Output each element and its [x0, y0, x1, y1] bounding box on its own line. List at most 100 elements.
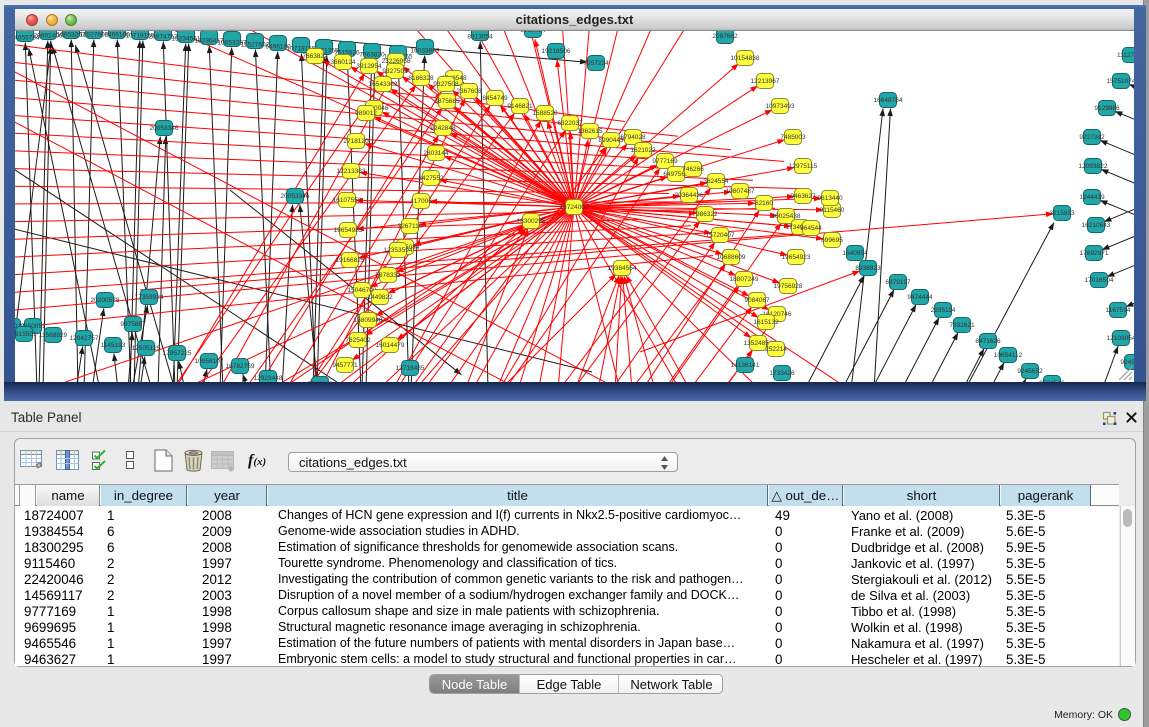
svg-text:10688609: 10688609 [717, 254, 746, 261]
svg-text:19218506: 19218506 [542, 48, 571, 55]
svg-text:19756928: 19756928 [774, 283, 803, 290]
svg-text:1362615: 1362615 [577, 128, 603, 135]
svg-text:8313054: 8313054 [467, 34, 493, 41]
svg-text:6794028: 6794028 [620, 134, 646, 141]
svg-text:12353594: 12353594 [384, 247, 413, 254]
svg-text:13716485: 13716485 [396, 365, 425, 372]
svg-text:3267110: 3267110 [398, 223, 423, 230]
svg-text:19384554: 19384554 [608, 265, 637, 272]
svg-text:6879197: 6879197 [885, 279, 911, 286]
svg-text:18724007: 18724007 [560, 204, 589, 211]
svg-text:9463627: 9463627 [790, 193, 816, 200]
svg-text:16210643: 16210643 [1082, 222, 1111, 229]
svg-text:8186328: 8186328 [408, 75, 434, 82]
svg-text:8471626: 8471626 [975, 338, 1001, 345]
svg-text:9975887: 9975887 [120, 321, 146, 328]
svg-text:9084067: 9084067 [744, 297, 770, 304]
svg-text:20053346: 20053346 [281, 193, 310, 200]
svg-text:9777169: 9777169 [652, 158, 678, 165]
svg-text:12213967: 12213967 [751, 78, 780, 85]
svg-text:16014479: 16014479 [376, 342, 405, 349]
svg-text:3215933: 3215933 [1049, 210, 1075, 217]
svg-text:10958107: 10958107 [195, 358, 224, 365]
svg-text:20200578: 20200578 [91, 297, 120, 304]
svg-text:1733426: 1733426 [769, 370, 795, 377]
svg-text:252214: 252214 [765, 346, 787, 353]
svg-text:17359924: 17359924 [135, 294, 164, 301]
svg-text:11127404: 11127404 [1117, 52, 1134, 59]
svg-text:2803144: 2803144 [423, 150, 449, 157]
svg-text:8813054: 8813054 [520, 31, 546, 34]
svg-text:2367608: 2367608 [456, 88, 482, 95]
svg-text:12103054: 12103054 [1107, 335, 1134, 342]
svg-text:9129966: 9129966 [1094, 105, 1120, 112]
svg-text:3875685: 3875685 [434, 98, 460, 105]
svg-text:19654983: 19654983 [334, 227, 363, 234]
svg-text:2935114: 2935114 [931, 307, 956, 314]
svg-text:3912954: 3912954 [356, 63, 382, 70]
svg-text:1145193: 1145193 [101, 342, 126, 349]
svg-text:16033809: 16033809 [411, 48, 440, 55]
svg-text:12942757: 12942757 [70, 335, 99, 342]
svg-text:17016504: 17016504 [1085, 277, 1114, 284]
svg-text:14136141: 14136141 [731, 362, 760, 369]
svg-text:1640954: 1640954 [842, 250, 868, 257]
svg-text:9227342: 9227342 [1079, 134, 1105, 141]
svg-text:7485003: 7485003 [780, 134, 806, 141]
svg-text:7663822: 7663822 [302, 53, 328, 60]
svg-text:62160: 62160 [755, 200, 773, 207]
svg-text:16543362: 16543362 [369, 81, 398, 88]
svg-text:12923448: 12923448 [254, 375, 283, 382]
svg-text:1244419: 1244419 [1079, 194, 1105, 201]
svg-text:1588520: 1588520 [532, 110, 558, 117]
svg-text:7986322: 7986322 [692, 211, 718, 218]
svg-text:9245012: 9245012 [1120, 359, 1134, 366]
svg-text:18807249: 18807249 [730, 276, 759, 283]
svg-text:20364436: 20364436 [675, 192, 704, 199]
svg-text:9534546: 9534546 [1039, 380, 1065, 382]
svg-text:10654112: 10654112 [994, 352, 1023, 359]
svg-text:19166825: 19166825 [336, 257, 365, 264]
svg-text:9613440: 9613440 [817, 195, 843, 202]
svg-text:7625402: 7625402 [345, 337, 371, 344]
svg-text:19654923: 19654923 [782, 254, 811, 261]
svg-text:1167534: 1167534 [1106, 307, 1131, 314]
svg-text:15809948: 15809948 [354, 317, 383, 324]
svg-text:9245012: 9245012 [307, 381, 333, 382]
svg-text:6322037: 6322037 [557, 120, 583, 127]
svg-text:1615132: 1615132 [753, 319, 779, 326]
svg-text:15720407: 15720407 [706, 232, 735, 239]
svg-text:7632621: 7632621 [949, 322, 975, 329]
svg-text:2718120: 2718120 [343, 138, 369, 145]
svg-text:9474444: 9474444 [907, 294, 933, 301]
svg-text:8427552: 8427552 [418, 175, 444, 182]
svg-text:989012: 989012 [355, 110, 377, 117]
svg-text:9146821: 9146821 [507, 103, 533, 110]
svg-text:16648784: 16648784 [874, 97, 903, 104]
svg-text:12975115: 12975115 [789, 163, 818, 170]
svg-text:9327508: 9327508 [433, 81, 459, 88]
svg-text:1621022: 1621022 [630, 147, 656, 154]
svg-text:8938923: 8938923 [855, 265, 881, 272]
svg-text:1449822: 1449822 [367, 294, 393, 301]
svg-text:964544: 964544 [800, 225, 822, 232]
svg-text:8454749: 8454749 [482, 95, 508, 102]
svg-text:12505125: 12505125 [132, 345, 161, 352]
svg-text:11568829: 11568829 [39, 332, 68, 339]
svg-text:10973493: 10973493 [766, 103, 795, 110]
svg-text:9457771: 9457771 [332, 362, 358, 369]
svg-text:10154838: 10154838 [731, 55, 760, 62]
svg-text:17957225: 17957225 [163, 350, 192, 357]
svg-text:9245652: 9245652 [1017, 368, 1043, 375]
svg-text:7357224: 7357224 [583, 60, 609, 67]
svg-text:746266: 746266 [682, 166, 704, 173]
svg-text:16107553: 16107553 [333, 197, 362, 204]
svg-text:3624554: 3624554 [703, 178, 729, 185]
svg-text:12093822: 12093822 [1079, 163, 1108, 170]
svg-text:9115460: 9115460 [820, 207, 845, 214]
svg-text:417006: 417006 [410, 198, 432, 205]
svg-text:12213383: 12213383 [337, 168, 366, 175]
svg-text:17692971: 17692971 [1080, 250, 1109, 257]
svg-text:3915501: 3915501 [15, 331, 37, 338]
svg-text:9327509: 9327509 [382, 68, 408, 75]
